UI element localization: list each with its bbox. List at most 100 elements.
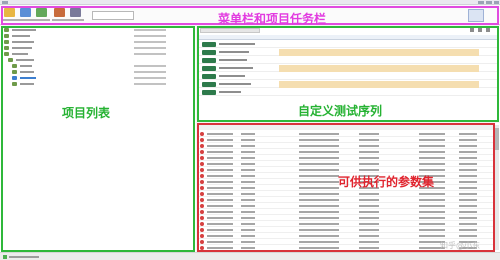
- sequence-highlight: [279, 81, 479, 88]
- parameter-cell: [207, 217, 233, 219]
- tree-node-icon: [4, 28, 9, 32]
- toolbar-button-label: [34, 19, 50, 21]
- parameter-cell: [359, 205, 379, 207]
- parameter-cell: [459, 139, 477, 141]
- refresh-icon[interactable]: [470, 28, 474, 32]
- tree-node-icon: [4, 46, 9, 50]
- tree-node[interactable]: [4, 28, 194, 33]
- parameter-cell: [241, 229, 255, 231]
- parameter-status-icon: [200, 174, 204, 178]
- parameter-status-icon: [200, 186, 204, 190]
- settings-icon[interactable]: [478, 28, 482, 32]
- sequence-step-label: [219, 83, 251, 85]
- parameter-cell: [299, 205, 339, 207]
- tree-node[interactable]: [4, 70, 194, 75]
- sequence-row[interactable]: [199, 81, 497, 88]
- parameter-status-icon: [200, 210, 204, 214]
- parameter-cell: [419, 157, 445, 159]
- parameter-cell: [419, 169, 445, 171]
- tree-node[interactable]: [4, 46, 194, 51]
- maximize-icon[interactable]: [486, 1, 492, 4]
- parameter-cell: [241, 175, 255, 177]
- parameter-cell: [459, 193, 477, 195]
- tree-node[interactable]: [4, 64, 194, 69]
- sequence-row[interactable]: [199, 57, 497, 64]
- parameter-status-icon: [200, 132, 204, 136]
- parameter-cell: [459, 175, 477, 177]
- status-text: [9, 256, 39, 258]
- parameter-cell: [359, 163, 379, 165]
- parameter-status-icon: [200, 156, 204, 160]
- parameter-cell: [241, 205, 255, 207]
- parameter-scroll-thumb[interactable]: [495, 128, 499, 150]
- toolbar-button-icon[interactable]: [36, 8, 47, 17]
- parameter-cell: [419, 223, 445, 225]
- parameter-cell: [359, 223, 379, 225]
- parameter-cell: [207, 199, 233, 201]
- parameter-cell: [299, 187, 339, 189]
- close-icon[interactable]: [494, 1, 499, 4]
- toolbar-button-icon[interactable]: [20, 8, 31, 17]
- parameter-cell: [359, 247, 379, 249]
- sequence-step-icon: [202, 90, 216, 95]
- parameter-cell: [459, 217, 477, 219]
- tree-node-icon: [12, 64, 17, 68]
- tree-node-meta: [134, 29, 166, 31]
- tree-node-meta: [134, 65, 166, 67]
- sequence-row[interactable]: [199, 89, 497, 96]
- parameter-cell: [419, 151, 445, 153]
- search-input[interactable]: [92, 11, 134, 20]
- parameter-cell: [419, 193, 445, 195]
- parameter-status-icon: [200, 138, 204, 142]
- parameter-cell: [459, 205, 477, 207]
- tree-node[interactable]: [4, 40, 194, 45]
- parameter-cell: [299, 181, 339, 183]
- tab-sequence[interactable]: [200, 28, 260, 33]
- sequence-row[interactable]: [199, 49, 497, 56]
- parameter-status-icon: [200, 144, 204, 148]
- parameter-cell: [299, 145, 339, 147]
- tree-node[interactable]: [4, 34, 194, 39]
- tree-node-meta: [134, 41, 166, 43]
- sequence-row[interactable]: [199, 65, 497, 72]
- parameter-cell: [299, 199, 339, 201]
- tree-node[interactable]: [4, 58, 194, 63]
- view-mode-button[interactable]: [468, 9, 484, 22]
- sequence-row[interactable]: [199, 41, 497, 48]
- tree-node-label: [20, 71, 34, 73]
- parameter-cell: [459, 145, 477, 147]
- parameter-cell: [419, 163, 445, 165]
- sequence-step-label: [219, 59, 247, 61]
- parameter-cell: [359, 217, 379, 219]
- tree-node[interactable]: [4, 76, 194, 81]
- parameter-cell: [207, 229, 233, 231]
- parameter-cell: [241, 133, 255, 135]
- app-icon: [2, 1, 8, 4]
- tree-node-meta: [134, 77, 166, 79]
- sequence-highlight: [279, 49, 479, 56]
- parameter-cell: [299, 151, 339, 153]
- parameter-cell: [299, 229, 339, 231]
- parameter-cell: [299, 169, 339, 171]
- tree-node[interactable]: [4, 82, 194, 87]
- parameter-cell: [207, 211, 233, 213]
- tree-node[interactable]: [4, 52, 194, 57]
- toolbar-button-icon[interactable]: [70, 8, 81, 17]
- tree-node-icon: [4, 40, 9, 44]
- parameter-cell: [207, 223, 233, 225]
- parameter-cell: [299, 163, 339, 165]
- toolbar-button-label: [18, 19, 34, 21]
- parameter-cell: [241, 139, 255, 141]
- toolbar-button-icon[interactable]: [54, 8, 65, 17]
- sequence-step-label: [219, 67, 253, 69]
- sequence-step-icon: [202, 74, 216, 79]
- sequence-row[interactable]: [199, 73, 497, 80]
- minimize-icon[interactable]: [478, 1, 484, 4]
- tree-node-label: [16, 59, 34, 61]
- parameter-cell: [299, 193, 339, 195]
- tree-node-meta: [134, 35, 166, 37]
- sequence-step-icon: [202, 66, 216, 71]
- toolbar-button-label: [2, 19, 18, 21]
- toolbar-button-icon[interactable]: [4, 8, 15, 17]
- close-icon[interactable]: [486, 28, 490, 32]
